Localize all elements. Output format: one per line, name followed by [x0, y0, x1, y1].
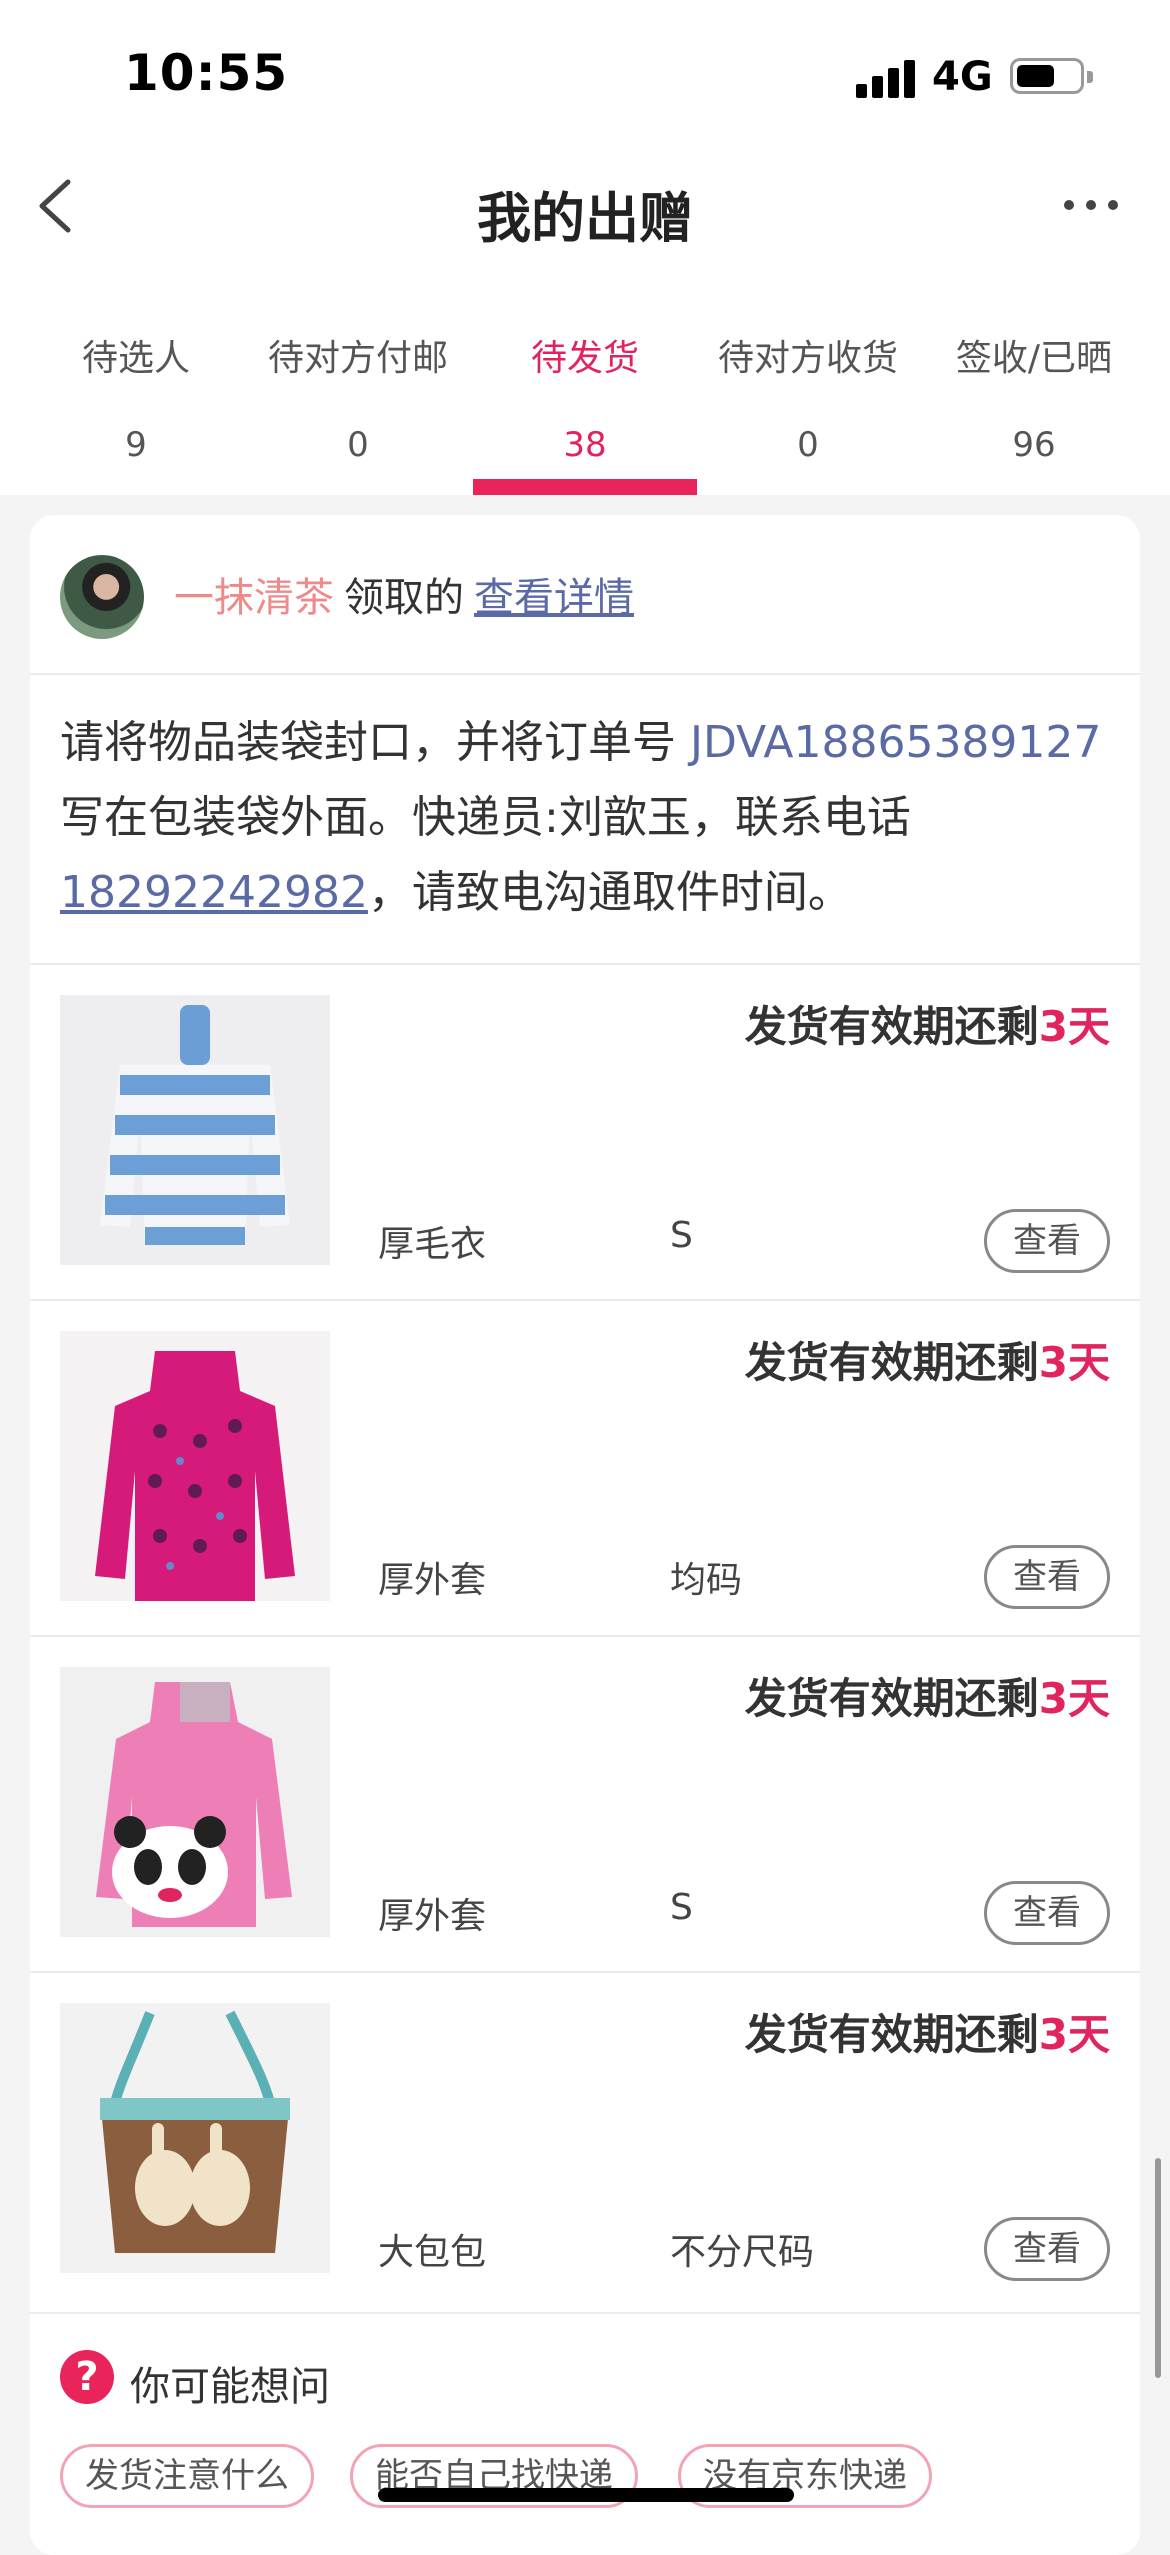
- pink-panda-hoodie-image: [60, 1667, 330, 1937]
- deadline-label: 发货有效期还剩: [744, 1338, 1039, 1387]
- tab-label: 待发货: [530, 338, 639, 379]
- tab-label: 待选人: [81, 338, 190, 379]
- instruction-middle: 写在包装袋外面。快递员:刘歆玉，联系电话: [60, 792, 911, 843]
- active-tab-indicator: [473, 479, 697, 495]
- status-bar: 10:55 4G: [0, 0, 1170, 150]
- home-indicator[interactable]: [378, 2488, 794, 2502]
- faq-title: 你可能想问: [130, 2364, 330, 2410]
- view-button[interactable]: 查看: [984, 2217, 1110, 2281]
- tab-pending-shipment[interactable]: 待发货 38: [473, 265, 697, 495]
- view-button[interactable]: 查看: [984, 1881, 1110, 1945]
- list-item[interactable]: 发货有效期还剩3天 厚外套 S 查看: [30, 1635, 1140, 1971]
- recipient-line: 一抹清茶 领取的 查看详情: [174, 565, 634, 623]
- item-size: S: [670, 1887, 693, 1928]
- tab-count: 0: [797, 425, 819, 465]
- order-number: JDVA18865389127: [690, 717, 1102, 768]
- list-item[interactable]: 发货有效期还剩3天 大包包 不分尺码 查看: [30, 1971, 1140, 2307]
- tab-pending-postage[interactable]: 待对方付邮 0: [248, 265, 468, 495]
- battery-icon: [1010, 58, 1093, 94]
- shipping-instructions: 请将物品装袋封口，并将订单号 JDVA18865389127 写在包装袋外面。快…: [60, 705, 1110, 930]
- instruction-prefix: 请将物品装袋封口，并将订单号: [60, 717, 690, 768]
- cellular-signal-icon: [856, 58, 916, 98]
- view-details-link[interactable]: 查看详情: [474, 575, 634, 621]
- more-horizontal-icon[interactable]: [1064, 194, 1124, 214]
- status-time: 10:55: [124, 44, 289, 102]
- question-icon: ?: [60, 2350, 114, 2404]
- tab-pending-receipt[interactable]: 待对方收货 0: [700, 265, 916, 495]
- tab-pending-selection[interactable]: 待选人 9: [46, 265, 226, 495]
- view-button[interactable]: 查看: [984, 1545, 1110, 1609]
- deadline-label: 发货有效期还剩: [744, 2010, 1039, 2059]
- tab-count: 9: [125, 425, 147, 465]
- item-name: 厚外套: [378, 1560, 487, 1601]
- deadline-days: 3天: [1038, 2010, 1110, 2059]
- deadline-label: 发货有效期还剩: [744, 1002, 1039, 1051]
- instruction-suffix: ，请致电沟通取件时间。: [367, 867, 852, 918]
- item-size: 均码: [670, 1560, 743, 1601]
- tab-count: 0: [347, 425, 369, 465]
- order-card: 一抹清茶 领取的 查看详情 请将物品装袋封口，并将订单号 JDVA188653891…: [30, 515, 1140, 2555]
- list-item[interactable]: 发货有效期还剩3天 厚毛衣 S 查看: [30, 963, 1140, 1299]
- shipping-deadline: 发货有效期还剩3天: [745, 993, 1110, 1054]
- tab-received-shared[interactable]: 签收/已晒 96: [944, 265, 1124, 495]
- scrollbar[interactable]: [1155, 2158, 1161, 2378]
- courier-phone-link[interactable]: 18292242982: [60, 867, 368, 918]
- tab-label: 待对方收货: [717, 338, 898, 379]
- tab-label: 待对方付邮: [267, 338, 448, 379]
- avatar[interactable]: [60, 555, 144, 639]
- item-name: 厚外套: [378, 1896, 487, 1937]
- tab-label: 签收/已晒: [955, 338, 1113, 379]
- deadline-days: 3天: [1038, 1338, 1110, 1387]
- item-size: 不分尺码: [670, 2232, 815, 2273]
- shipping-deadline: 发货有效期还剩3天: [745, 2001, 1110, 2062]
- tab-count: 38: [563, 425, 607, 465]
- magenta-patterned-hoodie-image: [60, 1331, 330, 1601]
- deadline-days: 3天: [1038, 1674, 1110, 1723]
- deadline-days: 3天: [1038, 1002, 1110, 1051]
- deadline-label: 发货有效期还剩: [744, 1674, 1039, 1723]
- faq-section: ? 你可能想问 发货注意什么 能否自己找快递 没有京东快递: [30, 2312, 1140, 2555]
- item-name: 大包包: [378, 2232, 487, 2273]
- recipient-name[interactable]: 一抹清茶: [174, 575, 334, 621]
- view-button[interactable]: 查看: [984, 1209, 1110, 1273]
- nav-bar: 我的出赠: [0, 150, 1170, 265]
- item-name: 厚毛衣: [378, 1224, 487, 1265]
- recipient-row: 一抹清茶 领取的 查看详情: [30, 515, 1140, 675]
- blue-white-striped-sweater-image: [60, 995, 330, 1265]
- network-type: 4G: [932, 54, 993, 100]
- shipping-deadline: 发货有效期还剩3天: [745, 1665, 1110, 1726]
- brown-bunny-tote-bag-image: [60, 2003, 330, 2273]
- shipping-deadline: 发货有效期还剩3天: [745, 1329, 1110, 1390]
- faq-chip[interactable]: 发货注意什么: [60, 2444, 314, 2508]
- status-tabs: 待选人 9 待对方付邮 0 待发货 38 待对方收货 0 签收/已晒 96: [0, 265, 1170, 495]
- recipient-action: 领取的: [344, 575, 464, 621]
- item-size: S: [670, 1215, 693, 1256]
- list-item[interactable]: 发货有效期还剩3天 厚外套 均码 查看: [30, 1299, 1140, 1635]
- page-title: 我的出赠: [477, 187, 693, 250]
- tab-count: 96: [1012, 425, 1056, 465]
